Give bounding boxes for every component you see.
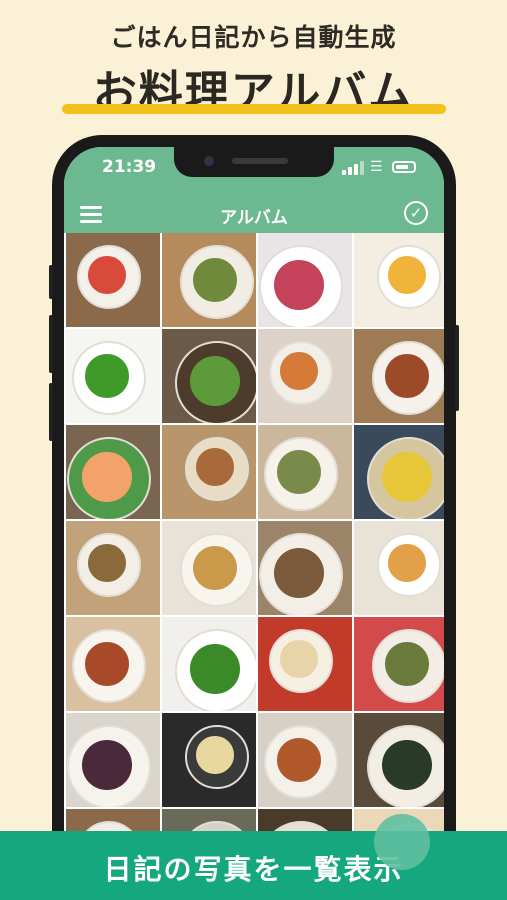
plate-shape xyxy=(372,629,444,703)
status-bar: 21:39 ☰ xyxy=(64,147,444,197)
plate-shape xyxy=(372,341,444,415)
photo-thumbnail[interactable] xyxy=(354,233,444,327)
signal-icon xyxy=(342,161,364,175)
photo-thumbnail[interactable] xyxy=(162,617,256,711)
food-shape xyxy=(382,452,432,502)
banner-text: 日記の写真を一覧表示 xyxy=(103,853,404,886)
photo-thumbnail[interactable] xyxy=(162,425,256,519)
phone-frame: 21:39 ☰ アルバム ✓ xyxy=(49,135,459,895)
food-shape xyxy=(196,448,234,486)
plate-shape xyxy=(67,725,151,807)
plate-shape xyxy=(377,245,441,309)
food-shape xyxy=(190,356,240,406)
title-underline xyxy=(62,104,446,114)
plate-shape xyxy=(367,437,444,519)
plate-shape xyxy=(259,245,343,327)
check-circle-icon[interactable]: ✓ xyxy=(404,201,428,225)
photo-thumbnail[interactable] xyxy=(354,617,444,711)
floating-action-button[interactable] xyxy=(374,814,430,870)
nav-bar: アルバム ✓ xyxy=(64,197,444,233)
photo-thumbnail[interactable] xyxy=(162,233,256,327)
photo-thumbnail[interactable] xyxy=(66,233,160,327)
food-shape xyxy=(385,642,429,686)
photo-thumbnail[interactable] xyxy=(66,617,160,711)
photo-thumbnail[interactable] xyxy=(66,425,160,519)
plate-shape xyxy=(77,245,141,309)
food-shape xyxy=(280,640,318,678)
food-shape xyxy=(193,258,237,302)
plate-shape xyxy=(180,533,254,607)
photo-thumbnail[interactable] xyxy=(354,329,444,423)
plate-shape xyxy=(185,437,249,501)
camera-icon xyxy=(204,156,214,166)
plate-shape xyxy=(367,725,444,807)
photo-thumbnail[interactable] xyxy=(354,713,444,807)
plate-shape xyxy=(180,245,254,319)
food-shape xyxy=(85,642,129,686)
photo-thumbnail[interactable] xyxy=(258,521,352,615)
plate-shape xyxy=(264,437,338,511)
photo-grid xyxy=(64,233,444,883)
photo-thumbnail[interactable] xyxy=(162,713,256,807)
status-time: 21:39 xyxy=(102,157,157,177)
side-button xyxy=(49,315,53,373)
plate-shape xyxy=(259,533,343,615)
plate-shape xyxy=(175,629,256,711)
food-shape xyxy=(277,450,321,494)
food-shape xyxy=(274,260,324,310)
food-shape xyxy=(388,544,426,582)
plate-shape xyxy=(264,725,338,799)
food-shape xyxy=(190,644,240,694)
plate-shape xyxy=(185,725,249,789)
food-shape xyxy=(382,740,432,790)
speaker-grille xyxy=(232,158,288,164)
food-shape xyxy=(385,354,429,398)
photo-thumbnail[interactable] xyxy=(162,521,256,615)
wifi-icon: ☰ xyxy=(370,159,383,175)
photo-thumbnail[interactable] xyxy=(258,329,352,423)
photo-thumbnail[interactable] xyxy=(258,425,352,519)
plate-shape xyxy=(77,533,141,597)
photo-thumbnail[interactable] xyxy=(258,233,352,327)
food-shape xyxy=(88,544,126,582)
photo-thumbnail[interactable] xyxy=(66,713,160,807)
notch xyxy=(174,147,334,177)
bottom-banner: 日記の写真を一覧表示 xyxy=(0,831,507,900)
photo-thumbnail[interactable] xyxy=(162,329,256,423)
side-button xyxy=(49,383,53,441)
food-shape xyxy=(196,736,234,774)
food-shape xyxy=(274,548,324,598)
plate-shape xyxy=(269,341,333,405)
power-button xyxy=(455,325,459,411)
photo-thumbnail[interactable] xyxy=(354,425,444,519)
food-shape xyxy=(82,452,132,502)
food-shape xyxy=(388,256,426,294)
photo-thumbnail[interactable] xyxy=(66,329,160,423)
phone-screen: 21:39 ☰ アルバム ✓ xyxy=(64,147,444,883)
promo-subtitle: ごはん日記から自動生成 xyxy=(110,23,397,52)
page-title: アルバム xyxy=(220,208,288,228)
photo-thumbnail[interactable] xyxy=(66,521,160,615)
plate-shape xyxy=(67,437,151,519)
food-shape xyxy=(85,354,129,398)
plate-shape xyxy=(269,629,333,693)
photo-thumbnail[interactable] xyxy=(258,713,352,807)
plate-shape xyxy=(72,341,146,415)
plate-shape xyxy=(72,629,146,703)
food-shape xyxy=(82,740,132,790)
food-shape xyxy=(277,738,321,782)
photo-thumbnail[interactable] xyxy=(258,617,352,711)
photo-thumbnail[interactable] xyxy=(354,521,444,615)
plate-shape xyxy=(377,533,441,597)
side-button xyxy=(49,265,53,299)
food-shape xyxy=(193,546,237,590)
food-shape xyxy=(88,256,126,294)
food-shape xyxy=(280,352,318,390)
battery-icon xyxy=(392,161,416,173)
plate-shape xyxy=(175,341,256,423)
